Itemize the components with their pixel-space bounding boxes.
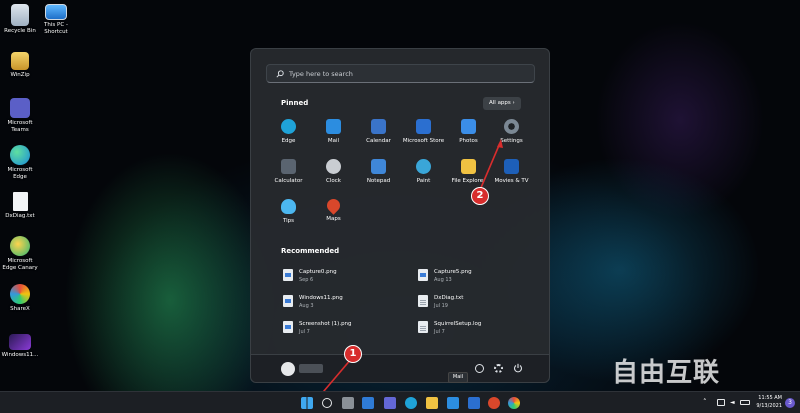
volume-icon[interactable]: ◄ [730, 399, 735, 406]
battery-icon[interactable] [740, 400, 750, 405]
sharex-taskbar-icon[interactable] [508, 397, 520, 409]
step-2-badge: 2 [471, 187, 489, 205]
edge-taskbar-icon[interactable] [405, 397, 417, 409]
file-explorer-taskbar-icon[interactable] [426, 397, 438, 409]
step-1-badge: 1 [344, 345, 362, 363]
store-taskbar-icon[interactable] [468, 397, 480, 409]
site-watermark: 自由互联 [612, 358, 721, 388]
arrow-2-head [497, 139, 503, 148]
clock-date[interactable]: 9/13/2021 [754, 403, 782, 409]
arrow-2 [479, 142, 501, 191]
notification-badge[interactable]: 3 [785, 398, 795, 408]
network-icon[interactable] [717, 399, 725, 406]
start-button[interactable] [301, 397, 313, 409]
taskbar-search-icon[interactable] [322, 398, 332, 408]
chat-icon[interactable] [384, 397, 396, 409]
widgets-icon[interactable] [362, 397, 374, 409]
task-view-icon[interactable] [342, 397, 354, 409]
maps-taskbar-icon[interactable] [488, 397, 500, 409]
clock-time[interactable]: 11:55 AM [754, 395, 782, 401]
mail-taskbar-icon[interactable] [447, 397, 459, 409]
taskbar: ˄ ◄ 11:55 AM 9/13/2021 3 [0, 391, 800, 413]
chevron-up-icon[interactable]: ˄ [703, 398, 707, 406]
